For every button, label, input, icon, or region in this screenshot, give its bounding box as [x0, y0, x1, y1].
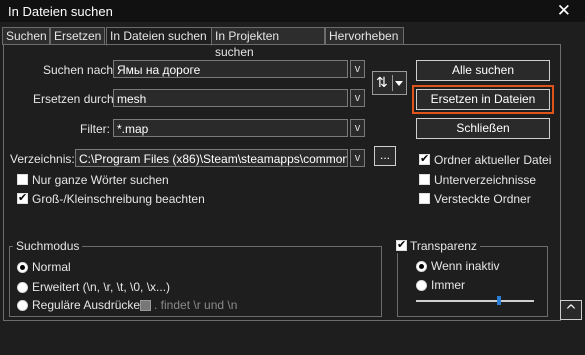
follow-current-doc-label: Ordner aktueller Datei — [434, 153, 552, 167]
on-lose-focus-label: Wenn inaktiv — [431, 259, 500, 273]
hidden-folders-label: Versteckte Ordner — [434, 192, 531, 206]
dot-matches-newline-checkbox[interactable] — [140, 300, 151, 311]
tab-replace[interactable]: Ersetzen — [50, 27, 105, 45]
tab-mark[interactable]: Hervorheben — [325, 27, 404, 45]
close-button[interactable]: Schließen — [416, 118, 550, 139]
replace-label: Ersetzen durch: — [33, 92, 118, 106]
whole-words-label: Nur ganze Wörter suchen — [32, 173, 169, 187]
subfolders-label: Unterverzeichnisse — [434, 173, 537, 187]
directory-label: Verzeichnis: — [10, 152, 75, 166]
browse-directory-button[interactable]: ... — [374, 146, 396, 166]
whole-words-checkbox[interactable] — [17, 174, 28, 185]
collapse-button[interactable]: ^ — [560, 300, 582, 320]
match-case-label: Groß-/Kleinschreibung beachten — [32, 192, 205, 206]
extended-label: Erweitert (\n, \r, \t, \0, \x...) — [32, 280, 171, 294]
chevron-down-icon[interactable] — [395, 81, 403, 86]
regex-label: Reguläre Ausdrücke — [32, 298, 141, 312]
search-history-dropdown[interactable]: v — [350, 60, 365, 78]
transparency-slider[interactable] — [416, 300, 534, 302]
search-input[interactable]: Ямы на дороге — [113, 60, 348, 78]
extended-radio[interactable] — [17, 282, 28, 293]
follow-current-doc-checkbox[interactable] — [419, 152, 430, 165]
replace-history-dropdown[interactable]: v — [350, 89, 365, 107]
always-label: Immer — [431, 278, 465, 292]
close-icon[interactable]: ✕ — [557, 1, 571, 21]
dot-matches-newline-label: . findet \r und \n — [154, 298, 238, 312]
directory-input[interactable]: C:\Program Files (x86)\Steam\steamapps\c… — [75, 149, 348, 167]
search-label: Suchen nach: — [43, 63, 117, 77]
normal-label: Normal — [32, 260, 71, 274]
subfolders-checkbox[interactable] — [419, 174, 430, 185]
window-title: In Dateien suchen — [8, 4, 113, 19]
filter-label: Filter: — [80, 122, 110, 136]
replace-in-files-button[interactable]: Ersetzen in Dateien — [416, 89, 550, 110]
regex-radio[interactable] — [17, 300, 28, 311]
transparency-title: Transparenz — [397, 239, 480, 253]
find-all-button[interactable]: Alle suchen — [416, 60, 550, 81]
hidden-folders-checkbox[interactable] — [419, 193, 430, 204]
transparency-checkbox[interactable] — [396, 238, 407, 251]
find-in-files-dialog: In Dateien suchen ✕ Suchen Ersetzen In D… — [0, 0, 585, 355]
swap-button[interactable]: ⇅ — [372, 71, 407, 95]
transparency-slider-thumb[interactable] — [497, 296, 501, 305]
filter-input[interactable]: *.map — [113, 119, 348, 137]
match-case-checkbox[interactable] — [17, 191, 28, 204]
tab-find-in-projects[interactable]: In Projekten suchen — [211, 27, 325, 59]
title-bar: In Dateien suchen ✕ — [0, 0, 585, 22]
filter-history-dropdown[interactable]: v — [350, 119, 365, 137]
search-mode-title: Suchmodus — [13, 239, 83, 253]
always-radio[interactable] — [416, 280, 427, 291]
replace-input[interactable]: mesh — [113, 89, 348, 107]
normal-radio[interactable] — [17, 262, 28, 273]
on-lose-focus-radio[interactable] — [416, 261, 427, 272]
directory-history-dropdown[interactable]: v — [350, 149, 365, 167]
swap-icon: ⇅ — [376, 75, 388, 91]
tab-find[interactable]: Suchen — [2, 27, 50, 45]
